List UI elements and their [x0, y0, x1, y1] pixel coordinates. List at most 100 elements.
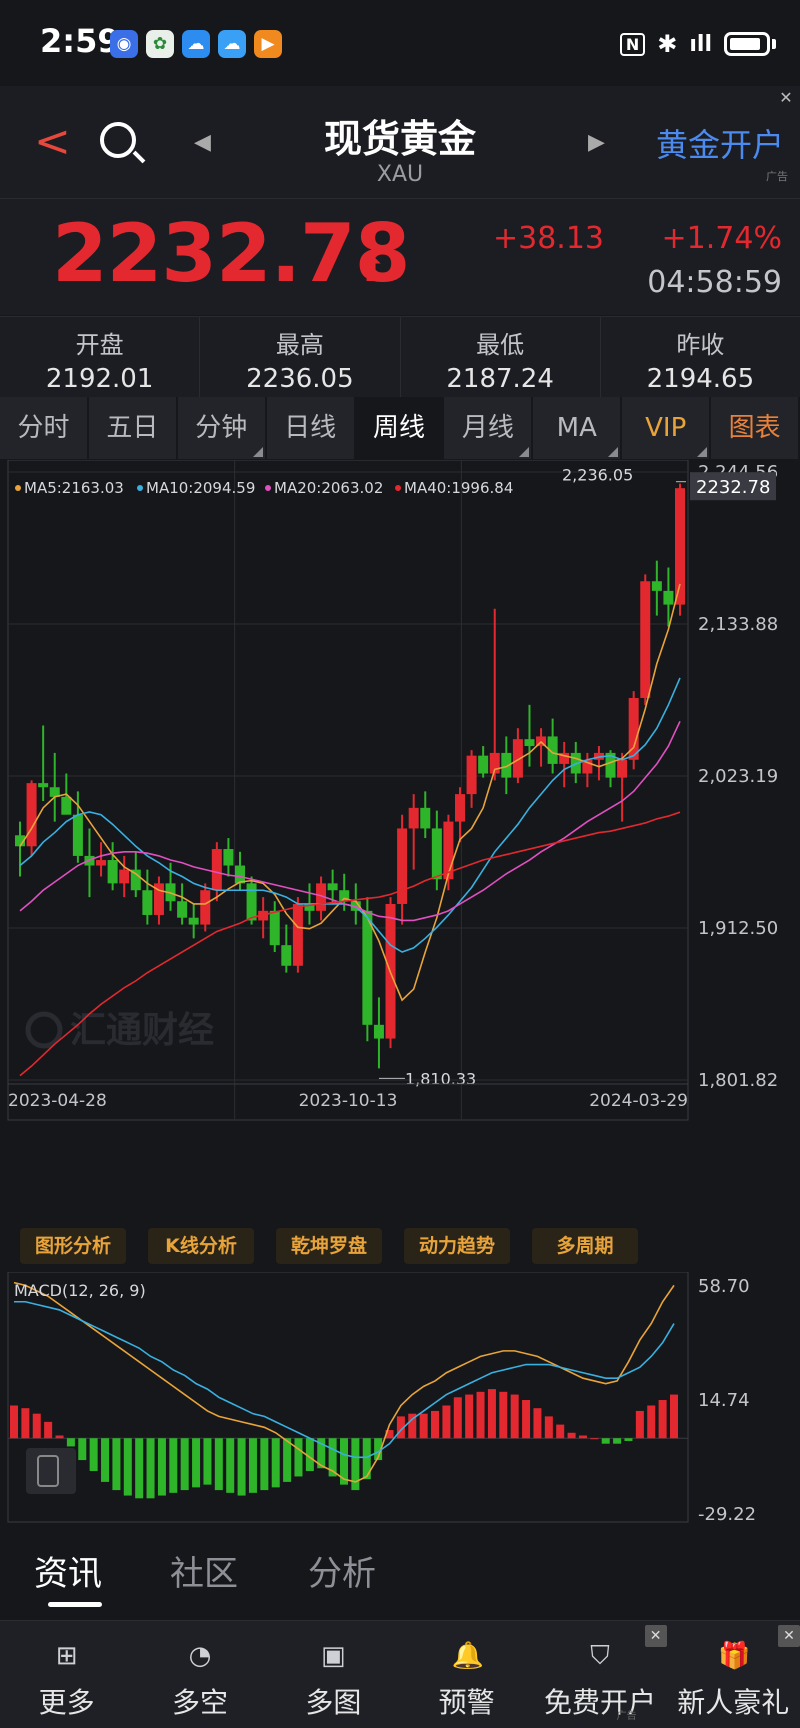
tool-button-2[interactable]: 乾坤罗盘 — [276, 1228, 382, 1264]
candle — [38, 725, 49, 801]
stat-value: 2192.01 — [45, 364, 154, 394]
browser-icon: ◉ — [110, 30, 138, 58]
macd-bar — [226, 1438, 235, 1493]
quote-time: 04:58:59 — [647, 265, 782, 300]
candle — [478, 746, 489, 778]
candle-body — [211, 849, 222, 891]
tab-4[interactable]: 周线 — [355, 397, 445, 459]
tab-8[interactable]: 图表 — [711, 397, 800, 459]
candle-body — [362, 910, 373, 1025]
close-ad-icon[interactable]: ✕ — [772, 86, 800, 110]
video-app-icon: ▶ — [254, 30, 282, 58]
candle — [397, 814, 408, 925]
ma10-line — [19, 677, 681, 953]
signal-icon: ıll — [689, 31, 712, 57]
macd-bar — [670, 1394, 678, 1439]
candle — [15, 821, 25, 877]
candle-body — [188, 917, 199, 925]
nav-item-5[interactable]: 🎁 新人豪礼 ✕ — [667, 1621, 800, 1728]
nav-label: 免费开户 — [543, 1686, 656, 1719]
nav-header: < ◀ 现货黄金 XAU ▶ 黄金开户 广告 ✕ — [0, 86, 800, 199]
promo-open-account-link[interactable]: 黄金开户 — [656, 120, 784, 166]
candle — [617, 752, 628, 822]
nav-item-0[interactable]: ⊞ 更多 — [0, 1621, 133, 1728]
shield-icon: ⛉ — [590, 1641, 610, 1671]
content-tab-0[interactable]: 资讯 — [34, 1546, 102, 1595]
candle-body — [524, 739, 535, 747]
content-tab-1[interactable]: 社区 — [170, 1546, 238, 1595]
candle-body — [107, 860, 118, 884]
candle-body — [408, 807, 419, 829]
macd-bar — [658, 1400, 667, 1439]
candle — [536, 728, 547, 767]
tab-0[interactable]: 分时 — [0, 397, 89, 459]
macd-bar — [465, 1394, 474, 1439]
candle-body — [26, 783, 37, 847]
candle — [466, 750, 477, 808]
nav-item-4[interactable]: ⛉ 免费开户 ✕ 广告 — [533, 1621, 667, 1728]
tab-3[interactable]: 日线 — [267, 397, 356, 459]
legend-dot — [265, 485, 271, 491]
candle-body — [327, 883, 338, 891]
stat-0: 开盘 2192.01 — [0, 317, 201, 397]
low-annotation: 1,810.33 — [405, 1069, 476, 1088]
legend-dot — [395, 485, 401, 491]
next-symbol-icon[interactable]: ▶ — [588, 130, 605, 155]
macd-bar — [533, 1408, 542, 1439]
macd-chart[interactable]: MACD(12, 26, 9) 58.70 14.74 -29.22 — [0, 1272, 800, 1524]
candle — [350, 883, 361, 925]
stat-3: 昨收 2194.65 — [601, 317, 800, 397]
ma5-line — [19, 583, 681, 1002]
tab-6[interactable]: MA — [533, 397, 623, 459]
grid-icon: ⊞ — [55, 1641, 78, 1671]
stat-value: 2194.65 — [646, 364, 755, 394]
active-tab-underline — [48, 1602, 102, 1607]
nav-item-3[interactable]: 🔔 预警 — [400, 1621, 533, 1728]
watermark-logo-icon — [25, 1011, 63, 1049]
tab-2[interactable]: 分钟 — [178, 397, 267, 459]
candle-body — [177, 901, 188, 918]
macd-bar — [294, 1438, 303, 1477]
cloud-drive-icon: ☁ — [218, 30, 246, 58]
close-icon[interactable]: ✕ — [777, 1625, 800, 1647]
macd-bar — [169, 1438, 178, 1493]
macd-bar — [419, 1413, 428, 1439]
close-icon[interactable]: ✕ — [644, 1625, 667, 1647]
kline-chart[interactable]: 2,244.562,133.882,023.191,912.501,801.82… — [0, 460, 800, 1230]
candle — [49, 752, 60, 822]
candle-body — [420, 807, 431, 829]
content-tab-2[interactable]: 分析 — [308, 1546, 376, 1595]
candle-body — [663, 590, 674, 605]
candle — [200, 883, 211, 932]
candle — [373, 997, 384, 1069]
macd-bar — [624, 1438, 633, 1441]
tool-button-3[interactable]: 动力趋势 — [404, 1228, 510, 1264]
tool-button-0[interactable]: 图形分析 — [20, 1228, 126, 1264]
rotate-screen-icon[interactable] — [26, 1448, 76, 1494]
candle-body — [373, 1024, 384, 1039]
tab-7[interactable]: VIP — [622, 397, 712, 459]
candle — [269, 901, 280, 953]
battery-icon — [724, 32, 770, 56]
candle — [281, 924, 292, 973]
candle-body — [617, 759, 628, 778]
tab-1[interactable]: 五日 — [89, 397, 178, 459]
macd-bar — [180, 1438, 189, 1491]
tool-button-1[interactable]: K线分析 — [148, 1228, 254, 1264]
cloud-app-icon: ☁ — [182, 30, 210, 58]
nav-item-1[interactable]: ◔ 多空 — [133, 1621, 266, 1728]
candle — [84, 828, 95, 898]
macd-bar — [248, 1438, 257, 1493]
macd-bar — [613, 1438, 622, 1444]
tab-5[interactable]: 月线 — [444, 397, 534, 459]
macd-tick-label: 14.74 — [698, 1390, 750, 1411]
candle-body — [61, 796, 72, 815]
candle-body — [246, 883, 257, 921]
candle — [26, 780, 37, 856]
nav-item-2[interactable]: ▣ 多图 — [267, 1621, 400, 1728]
price-change: +38.13 — [492, 221, 604, 256]
tool-button-4[interactable]: 多周期 — [532, 1228, 638, 1264]
macd-bar — [214, 1438, 223, 1491]
candle-body — [200, 890, 211, 925]
candle — [153, 876, 164, 925]
